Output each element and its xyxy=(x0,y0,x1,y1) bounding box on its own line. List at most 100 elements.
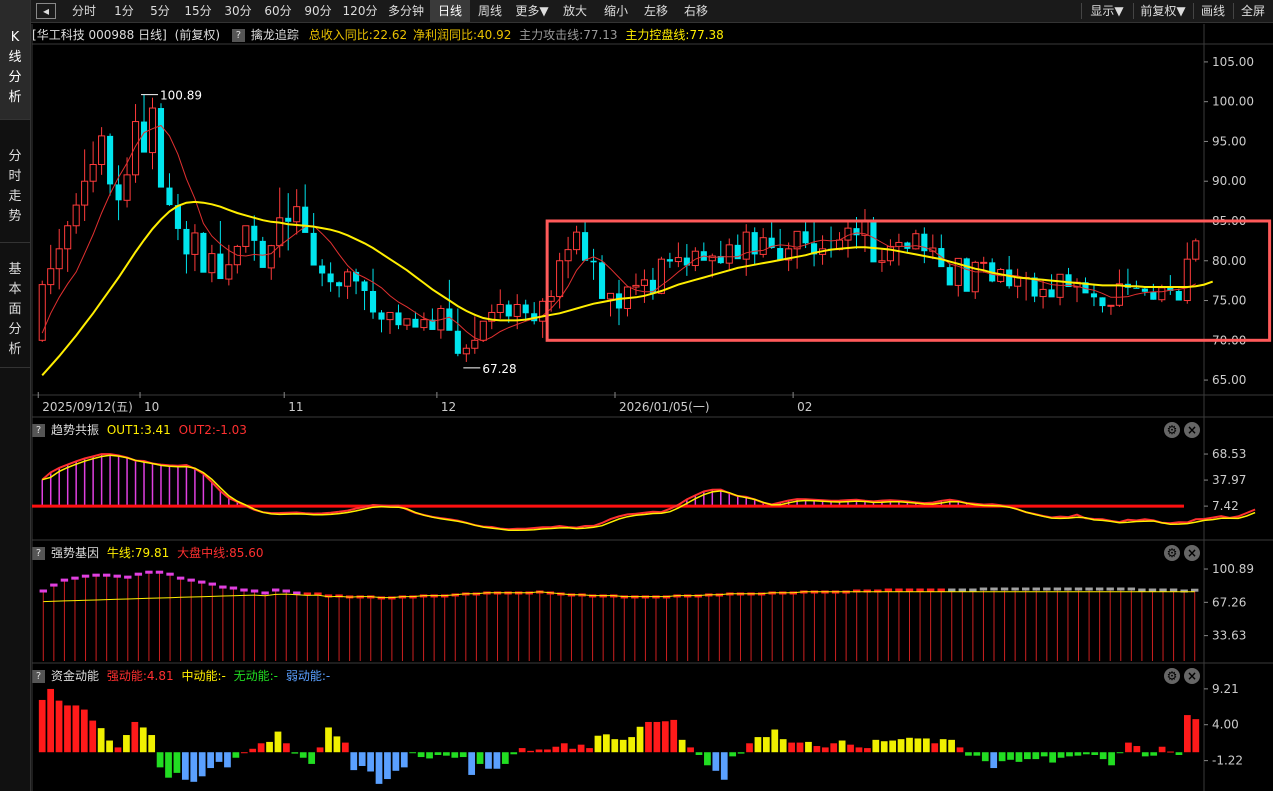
fund-bar-97 xyxy=(855,747,863,753)
panel3-help-icon[interactable]: ? xyxy=(32,547,45,560)
fund-bar-40 xyxy=(375,752,383,784)
panel2-close-icon[interactable]: × xyxy=(1184,422,1200,438)
candle-body-117 xyxy=(1031,277,1038,297)
tab-intraday-trend[interactable]: 分 时 走 势 xyxy=(0,121,30,243)
gene-cap-41 xyxy=(472,592,481,596)
toolbar-btn-1[interactable]: 1分 xyxy=(106,0,142,22)
toolbar-btn-3[interactable]: 15分 xyxy=(178,0,218,22)
candle-body-100 xyxy=(886,245,894,262)
toolbar-btn-5[interactable]: 60分 xyxy=(258,0,298,22)
fund-bar-15 xyxy=(165,752,172,778)
toolbar-btn-4[interactable]: 30分 xyxy=(218,0,258,22)
back-icon[interactable]: ◂ xyxy=(36,3,56,19)
fund-bar-34 xyxy=(325,727,332,753)
toolbar-right-btn-2[interactable]: 画线 xyxy=(1193,0,1233,22)
candle-body-45 xyxy=(420,319,428,329)
fund-bar-36 xyxy=(341,742,349,753)
panel2-name: 趋势共振 xyxy=(51,423,100,437)
gene-cap-50 xyxy=(567,593,576,597)
fund-tick-label-2: -1.22 xyxy=(1212,754,1243,768)
gene-cap-42 xyxy=(483,591,491,595)
gene-cap-15 xyxy=(198,580,206,584)
panel4-close-icon[interactable]: × xyxy=(1184,668,1200,684)
gene-cap-62 xyxy=(694,594,702,598)
fund-bar-117 xyxy=(1024,752,1031,760)
toolbar-btn-7[interactable]: 120分 xyxy=(338,0,382,22)
fund-bar-66 xyxy=(594,735,602,753)
gene-cap-22 xyxy=(271,588,280,592)
toolbar-btn-14[interactable]: 左移 xyxy=(636,0,676,22)
gene-cap-61 xyxy=(683,594,692,598)
candle-body-23 xyxy=(233,245,241,266)
panel4-mid: 中动能:- xyxy=(181,669,226,683)
candle-body-95 xyxy=(844,227,852,241)
fund-bar-45 xyxy=(417,752,425,758)
fund-bar-2 xyxy=(55,700,63,753)
candle-body-127 xyxy=(1115,283,1123,306)
candle-body-77 xyxy=(691,250,699,267)
gene-cap-29 xyxy=(345,595,354,599)
fund-bar-76 xyxy=(678,739,686,753)
toolbar-btn-12[interactable]: 放大 xyxy=(554,0,596,22)
candle-body-128 xyxy=(1124,283,1131,288)
toolbar-btn-6[interactable]: 90分 xyxy=(298,0,338,22)
candle-body-63 xyxy=(573,231,581,251)
toolbar-btn-11[interactable]: 更多▼ xyxy=(510,0,554,22)
indicator-help-icon[interactable]: ? xyxy=(231,29,245,42)
candle-body-18 xyxy=(191,232,199,255)
adjust-label: (前复权) xyxy=(174,28,221,42)
gene-cap-3 xyxy=(71,576,79,580)
toolbar-btn-8[interactable]: 多分钟 xyxy=(382,0,430,22)
candle-body-72 xyxy=(649,279,656,294)
gene-cap-69 xyxy=(768,591,776,595)
fund-bar-12 xyxy=(139,727,147,753)
panel3-bull: 牛线:79.81 xyxy=(106,546,170,560)
toolbar-btn-9[interactable]: 日线 xyxy=(430,0,470,22)
tab-k-line-analysis[interactable]: K 线 分 析 xyxy=(0,0,30,120)
fund-bar-17 xyxy=(181,752,189,780)
fund-bar-98 xyxy=(864,748,871,753)
candle-body-74 xyxy=(666,259,673,262)
fund-bar-87 xyxy=(771,729,779,753)
fund-bar-68 xyxy=(611,739,619,753)
gene-cap-74 xyxy=(821,590,829,594)
panel4-help-icon[interactable]: ? xyxy=(32,670,45,683)
toolbar-btn-10[interactable]: 周线 xyxy=(470,0,510,22)
fund-bar-90 xyxy=(796,742,804,753)
panel2-out1: OUT1:3.41 xyxy=(106,423,171,437)
panel4-settings-icon[interactable]: ⚙ xyxy=(1164,668,1180,684)
toolbar-right-btn-3[interactable]: 全屏 xyxy=(1233,0,1273,22)
gene-cap-25 xyxy=(303,592,312,596)
candle-body-32 xyxy=(310,232,317,266)
tab-fundamental-analysis[interactable]: 基 本 面 分 析 xyxy=(0,244,30,368)
fund-bar-28 xyxy=(274,731,282,753)
panel2-help-icon[interactable]: ? xyxy=(32,424,45,437)
candle-body-44 xyxy=(412,318,419,328)
gene-cap-89 xyxy=(979,587,988,591)
panel2-settings-icon[interactable]: ⚙ xyxy=(1164,422,1180,438)
gene-cap-88 xyxy=(969,588,977,592)
fund-bar-13 xyxy=(148,735,156,753)
panel3-settings-icon[interactable]: ⚙ xyxy=(1164,545,1180,561)
toolbar-btn-13[interactable]: 缩小 xyxy=(596,0,636,22)
fund-bar-86 xyxy=(762,737,770,753)
toolbar-btn-15[interactable]: 右移 xyxy=(676,0,716,22)
candle-body-104 xyxy=(921,233,928,252)
fund-bar-136 xyxy=(1184,715,1191,753)
toolbar-btn-0[interactable]: 分时 xyxy=(62,0,106,22)
fund-bar-16 xyxy=(173,752,181,773)
candle-body-103 xyxy=(912,233,920,250)
candle-body-49 xyxy=(454,330,461,354)
panel3-close-icon[interactable]: × xyxy=(1184,545,1200,561)
candle-body-66 xyxy=(598,262,606,299)
gene-cap-6 xyxy=(102,573,111,577)
candle-body-6 xyxy=(89,164,97,182)
toolbar-right-btn-1[interactable]: 前复权▼ xyxy=(1133,0,1193,22)
gene-cap-0 xyxy=(39,589,47,593)
candle-body-7 xyxy=(98,135,106,166)
trend-tick-label-1: 37.97 xyxy=(1212,473,1246,487)
toolbar-btn-2[interactable]: 5分 xyxy=(142,0,178,22)
toolbar-right-btn-0[interactable]: 显示▼ xyxy=(1081,0,1133,22)
fund-bar-35 xyxy=(333,736,341,753)
gene-cap-46 xyxy=(525,591,533,595)
